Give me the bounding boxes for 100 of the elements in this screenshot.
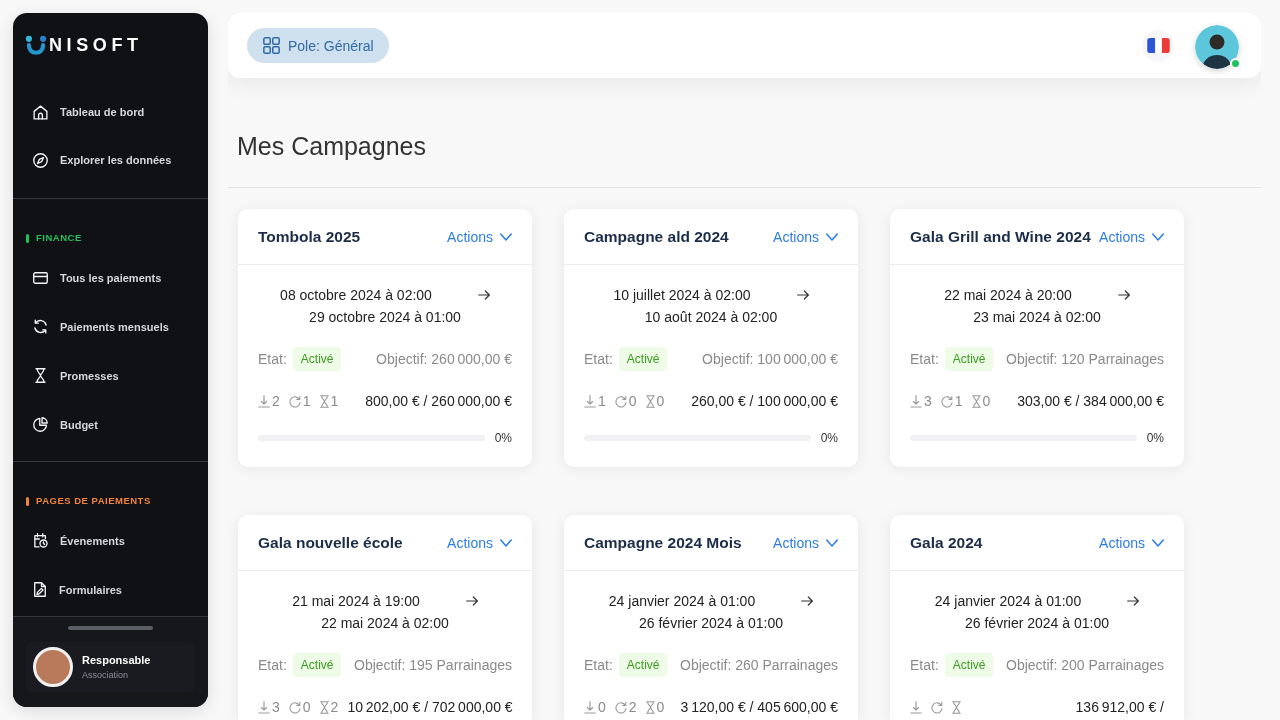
objective-text: Objectif: 195 Parrainages <box>354 657 512 673</box>
refresh-icon <box>33 319 48 334</box>
count-text: 2 <box>628 699 637 715</box>
chevron-down-icon <box>826 538 838 547</box>
amount-text: 3 120,00 € / 405 600,00 € <box>680 699 838 715</box>
nav-item[interactable]: Tous les paiements <box>13 253 208 302</box>
refresh-icon <box>614 700 627 714</box>
percent-text: 0% <box>820 431 838 445</box>
status-label: Etat: <box>910 657 939 673</box>
count-text: 1 <box>330 393 339 409</box>
start-date: 21 mai 2024 à 19:00 <box>292 592 420 611</box>
download-icon <box>258 700 270 714</box>
actions-button[interactable]: Actions <box>1099 534 1164 551</box>
count-text: 0 <box>656 699 665 715</box>
credit-card-icon <box>33 271 48 284</box>
actions-button[interactable]: Actions <box>447 534 512 551</box>
compass-icon <box>33 152 48 168</box>
arrow-right-icon <box>465 596 478 606</box>
start-date: 24 janvier 2024 à 01:00 <box>608 592 756 611</box>
amount-text: 10 202,00 € / 702 000,00 € <box>347 699 513 715</box>
logo-icon <box>25 35 47 55</box>
status-badge: Activé <box>618 347 668 371</box>
card-title: Gala Grill and Wine 2024 <box>910 227 1091 246</box>
drag-handle[interactable] <box>68 626 153 630</box>
avatar-icon[interactable] <box>1195 24 1239 69</box>
objective-text: Objectif: 100 000,00 € <box>702 351 838 367</box>
status-badge: Activé <box>944 347 994 371</box>
count-text: 1 <box>954 393 963 409</box>
pie-chart-icon <box>33 417 48 432</box>
start-date: 22 mai 2024 à 20:00 <box>944 286 1072 305</box>
count-text: 3 <box>924 393 932 409</box>
objective-text: Objectif: 260 000,00 € <box>376 351 512 367</box>
status-label: Etat: <box>910 351 939 367</box>
chevron-down-icon <box>1152 232 1164 241</box>
end-date: 29 octobre 2024 à 01:00 <box>309 308 461 327</box>
chevron-down-icon <box>500 232 512 241</box>
download-icon <box>584 700 596 714</box>
nav-item[interactable]: Promesses <box>13 351 208 400</box>
calendar-clock-icon <box>33 533 48 548</box>
count-text: 2 <box>272 393 280 409</box>
nav-item[interactable]: Formulaires <box>13 565 208 614</box>
percent-text: 0% <box>1146 431 1164 445</box>
home-icon <box>33 104 48 120</box>
hourglass-icon <box>319 700 329 714</box>
card-title: Gala nouvelle école <box>258 533 403 552</box>
nav-item[interactable]: Budget <box>13 400 208 449</box>
percent-text: 0% <box>494 431 512 445</box>
refresh-icon <box>288 394 301 408</box>
nav-item[interactable]: Tableau de bord <box>13 88 208 136</box>
count-text: 0 <box>598 699 606 715</box>
user-role: Association <box>82 668 130 682</box>
amount-text: 303,00 € / 384 000,00 € <box>1017 393 1164 409</box>
count-text: 1 <box>598 393 606 409</box>
count-text: 0 <box>302 699 311 715</box>
actions-button[interactable]: Actions <box>447 228 512 245</box>
refresh-icon <box>614 394 627 408</box>
status-label: Etat: <box>584 657 613 673</box>
hourglass-icon <box>35 368 46 383</box>
count-text: 1 <box>302 393 311 409</box>
end-date: 23 mai 2024 à 02:00 <box>973 308 1101 327</box>
status-label: Etat: <box>258 657 287 673</box>
hourglass-icon <box>952 700 961 714</box>
objective-text: Objectif: 120 Parrainages <box>1006 351 1164 367</box>
nav-item[interactable]: Évenements <box>13 516 208 565</box>
count-text: 0 <box>628 393 637 409</box>
end-date: 26 février 2024 à 01:00 <box>965 614 1109 633</box>
start-date: 08 octobre 2024 à 02:00 <box>280 286 432 305</box>
refresh-icon <box>940 394 953 408</box>
download-icon <box>258 394 270 408</box>
amount-text: 136 912,00 € / <box>1075 699 1164 715</box>
arrow-right-icon <box>801 596 814 606</box>
refresh-icon <box>288 700 301 714</box>
refresh-icon <box>931 700 943 714</box>
flag-icon <box>1146 38 1170 53</box>
start-date: 10 juillet 2024 à 02:00 <box>613 286 751 305</box>
nav-item[interactable]: Paiements mensuels <box>13 302 208 351</box>
hourglass-icon <box>645 700 655 714</box>
grid-icon <box>263 37 280 54</box>
arrow-right-icon <box>796 290 809 300</box>
nav-item[interactable]: Explorer les données <box>13 136 208 184</box>
end-date: 26 février 2024 à 01:00 <box>639 614 783 633</box>
card-title: Campagne ald 2024 <box>584 227 729 246</box>
pole-button[interactable]: Pole: Général <box>247 28 389 63</box>
chevron-down-icon <box>1152 538 1164 547</box>
section-heading: PAGES DE PAIEMENTS <box>36 494 151 508</box>
hourglass-icon <box>319 394 329 408</box>
page-title: Mes Campagnes <box>237 131 427 161</box>
language-button[interactable] <box>1142 29 1174 62</box>
objective-text: Objectif: 200 Parrainages <box>1006 657 1164 673</box>
count-text: 0 <box>982 393 991 409</box>
actions-button[interactable]: Actions <box>1099 228 1164 245</box>
section-heading: FINANCE <box>36 231 82 245</box>
actions-button[interactable]: Actions <box>773 534 838 551</box>
count-text: 2 <box>330 699 339 715</box>
actions-button[interactable]: Actions <box>773 228 838 245</box>
amount-text: 800,00 € / 260 000,00 € <box>365 393 512 409</box>
chevron-down-icon <box>500 538 512 547</box>
arrow-right-icon <box>477 290 490 300</box>
status-label: Etat: <box>258 351 287 367</box>
photo-placeholder <box>33 647 73 687</box>
